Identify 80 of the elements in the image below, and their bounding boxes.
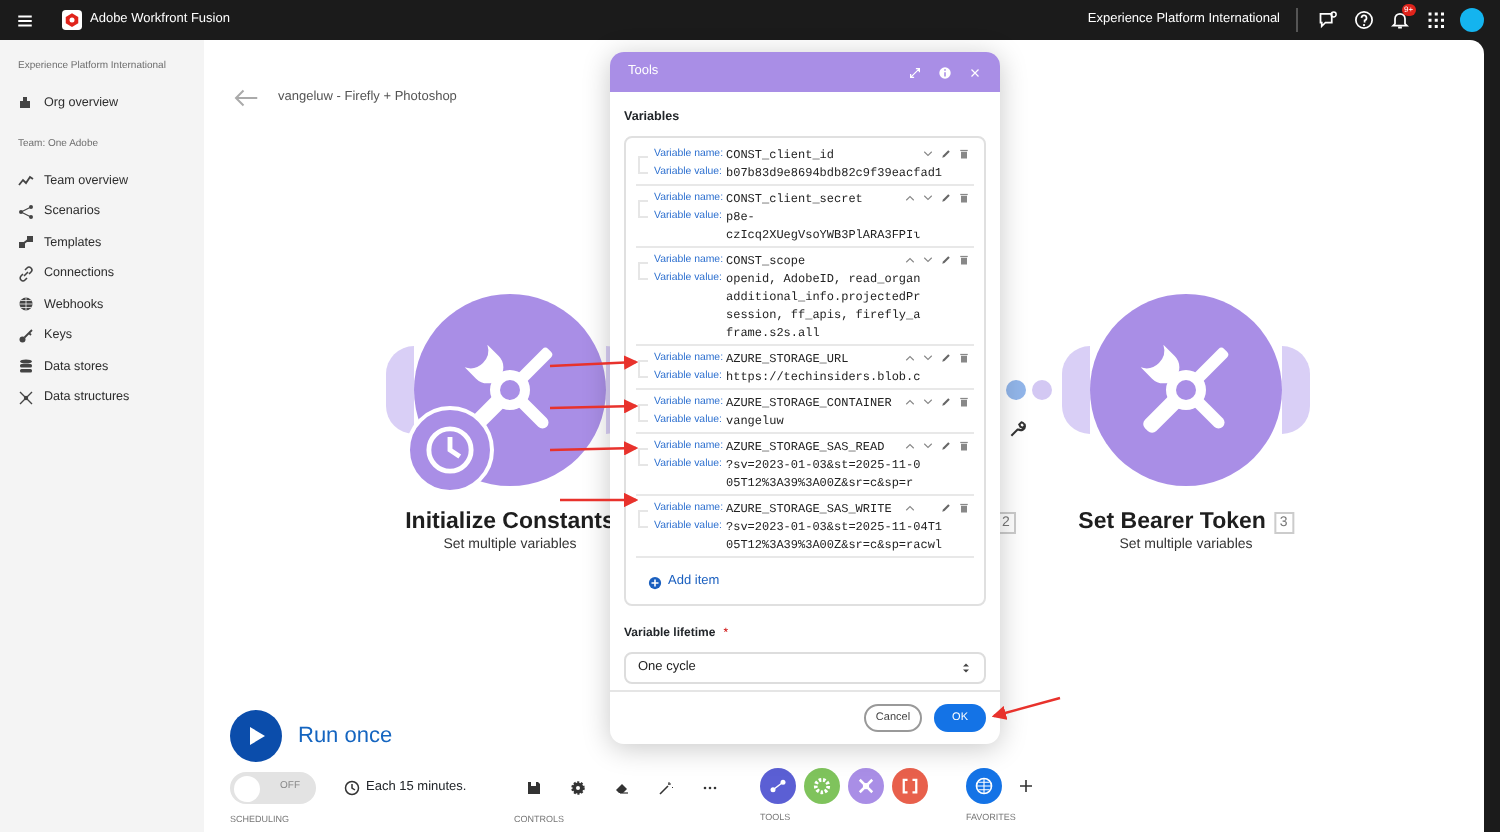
blocks-icon (18, 234, 34, 251)
menu-icon[interactable] (16, 11, 34, 29)
add-icon[interactable] (1018, 778, 1034, 794)
module-handle[interactable] (386, 346, 414, 434)
pencil-icon[interactable] (940, 148, 952, 161)
chevron-down-icon[interactable] (922, 148, 934, 161)
pencil-icon[interactable] (940, 502, 952, 515)
chevron-down-icon[interactable] (922, 396, 934, 409)
play-icon (244, 724, 268, 748)
pencil-icon[interactable] (940, 396, 952, 409)
pencil-icon[interactable] (940, 254, 952, 267)
flow-icon (768, 776, 788, 796)
chat-icon[interactable] (1318, 10, 1338, 30)
module-title: Initialize Constants (405, 508, 615, 537)
avatar[interactable] (1460, 8, 1484, 32)
tools-icon (856, 776, 876, 796)
annotation-arrow (549, 399, 639, 414)
pencil-icon[interactable] (940, 440, 952, 453)
tool-button[interactable] (848, 768, 884, 804)
save-icon[interactable] (526, 780, 542, 796)
annotation-arrow (991, 696, 1061, 720)
chevron-up-icon[interactable] (904, 396, 916, 409)
module-title: Set Bearer Token (1078, 508, 1266, 537)
run-once-label[interactable]: Run once (298, 719, 393, 753)
trash-icon[interactable] (958, 440, 970, 453)
gear-icon[interactable] (570, 780, 586, 796)
run-button[interactable] (230, 710, 282, 762)
trash-icon[interactable] (958, 502, 970, 515)
tool-button[interactable] (804, 768, 840, 804)
chevron-down-icon[interactable] (922, 352, 934, 365)
eraser-icon[interactable] (614, 780, 630, 796)
trash-icon[interactable] (958, 254, 970, 267)
annotation-arrow (560, 492, 639, 508)
chevron-up-icon[interactable] (904, 352, 916, 365)
apps-icon[interactable] (1426, 10, 1446, 30)
annotation-arrow (549, 441, 639, 456)
help-icon[interactable] (1354, 10, 1374, 30)
pencil-icon[interactable] (940, 192, 952, 205)
gear-icon (812, 776, 832, 796)
tool-button[interactable] (760, 768, 796, 804)
chevron-up-icon[interactable] (904, 502, 916, 515)
trash-icon[interactable] (958, 192, 970, 205)
chevron-up-icon[interactable] (904, 192, 916, 205)
chevron-down-icon[interactable] (922, 440, 934, 453)
module-handle[interactable] (1062, 346, 1090, 434)
trash-icon[interactable] (958, 352, 970, 365)
connector-dot[interactable] (1032, 380, 1052, 400)
building-icon (18, 94, 34, 111)
logo-icon (62, 10, 82, 30)
chevron-down-icon[interactable] (922, 192, 934, 205)
globe-icon (974, 776, 994, 796)
trash-icon[interactable] (958, 396, 970, 409)
info-icon[interactable] (938, 65, 952, 79)
clock-icon (344, 780, 360, 796)
key-icon (18, 327, 34, 344)
module-handle[interactable] (1282, 346, 1310, 434)
chevron-up-icon[interactable] (904, 254, 916, 267)
globe-icon (18, 296, 34, 313)
back-arrow-icon[interactable] (232, 87, 260, 107)
link-icon (18, 265, 34, 282)
chevron-up-icon[interactable] (904, 440, 916, 453)
favorite-button[interactable] (966, 768, 1002, 804)
tool-button[interactable] (892, 768, 928, 804)
pencil-icon[interactable] (940, 352, 952, 365)
sort-caret-icon (960, 662, 972, 675)
bell-icon[interactable] (1390, 10, 1410, 30)
brackets-icon (900, 776, 920, 796)
database-icon (18, 358, 34, 375)
network-icon (18, 389, 34, 406)
clock-icon (424, 424, 476, 476)
magic-wand-icon[interactable] (658, 780, 674, 796)
chevron-down-icon[interactable] (922, 254, 934, 267)
share-icon (18, 203, 34, 220)
annotation-arrow (549, 355, 639, 370)
connector-dot[interactable] (1006, 380, 1026, 400)
expand-icon[interactable] (908, 65, 922, 79)
wrench-icon[interactable] (1008, 420, 1026, 438)
trash-icon[interactable] (958, 148, 970, 161)
trend-chart-icon (18, 172, 34, 189)
close-icon[interactable] (968, 65, 982, 79)
